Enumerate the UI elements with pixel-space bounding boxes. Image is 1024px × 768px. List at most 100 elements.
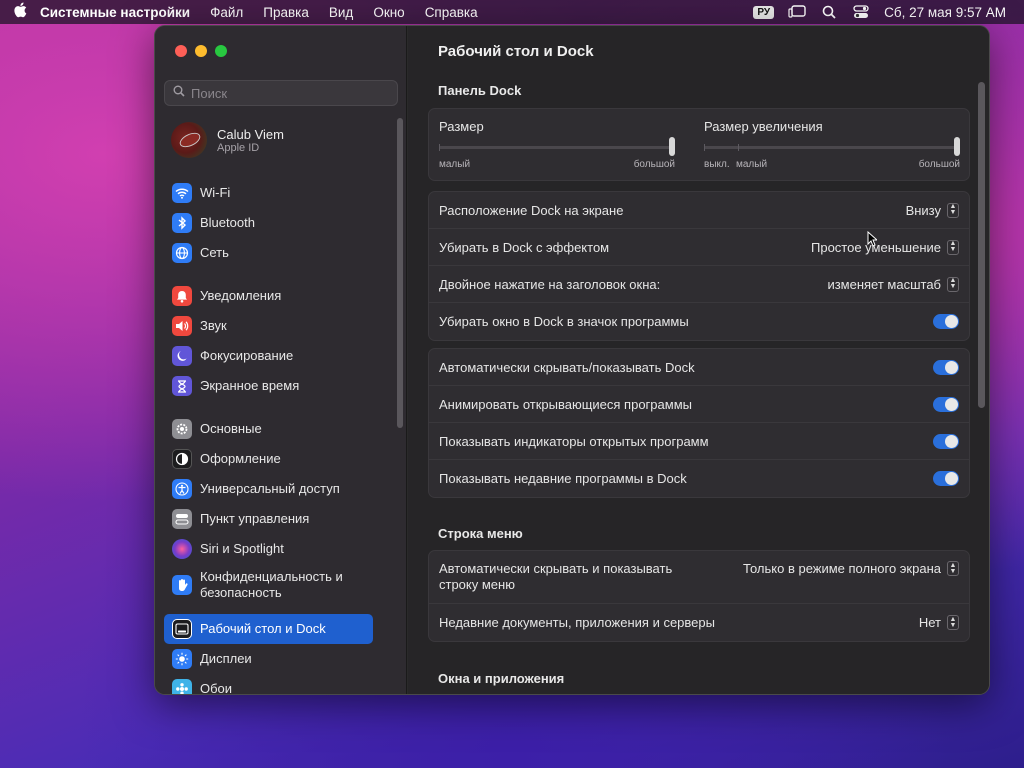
section-title-menubar: Строка меню [438, 526, 523, 541]
menubar-options-card: Автоматически скрывать и показывать стро… [428, 550, 970, 642]
autohide-dock-toggle[interactable] [933, 359, 959, 375]
menu-file[interactable]: Файл [210, 5, 243, 20]
sidebar-item-sound[interactable]: Звук [164, 311, 384, 341]
chevron-updown-icon: ▲ ▼ [947, 239, 959, 255]
menu-help[interactable]: Справка [425, 5, 478, 20]
sidebar-item-focus[interactable]: Фокусирование [164, 341, 384, 371]
menu-window[interactable]: Окно [373, 5, 404, 20]
show-indicators-row: Показывать индикаторы открытых программ [429, 423, 969, 460]
search-icon [173, 84, 185, 102]
sidebar-item-network[interactable]: Сеть [164, 238, 384, 268]
search-icon[interactable] [820, 5, 838, 19]
menu-view[interactable]: Вид [329, 5, 353, 20]
animate-apps-row: Анимировать открывающиеся программы [429, 386, 969, 423]
bluetooth-icon [172, 213, 192, 233]
recent-documents-row: Недавние документы, приложения и серверы… [429, 604, 969, 641]
chevron-updown-icon: ▲ ▼ [947, 561, 959, 576]
double-click-row: Двойное нажатие на заголовок окна: измен… [429, 266, 969, 303]
account-name: Calub Viem [217, 126, 284, 142]
autohide-menubar-row: Автоматически скрывать и показывать стро… [429, 551, 969, 604]
accessibility-icon [172, 479, 192, 499]
autohide-menubar-popup[interactable]: Только в режиме полного экрана ▲ ▼ [743, 561, 959, 576]
chevron-updown-icon: ▲ ▼ [947, 615, 959, 630]
main-content: Рабочий стол и Dock Панель Dock Размер м… [408, 26, 989, 694]
moon-icon [172, 346, 192, 366]
hand-icon [172, 575, 192, 595]
apple-menu-icon[interactable] [0, 2, 40, 22]
dock-position-popup[interactable]: Внизу ▲ ▼ [906, 202, 959, 218]
siri-icon [172, 539, 192, 559]
magnification-slider-knob[interactable] [954, 137, 960, 156]
sidebar-item-accessibility[interactable]: Универсальный доступ [164, 474, 384, 504]
page-title: Рабочий стол и Dock [438, 43, 594, 60]
apple-id-account[interactable]: Calub Viem Apple ID [171, 122, 284, 158]
autohide-dock-row: Автоматически скрывать/показывать Dock [429, 349, 969, 386]
dock-position-row: Расположение Dock на экране Внизу ▲ ▼ [429, 192, 969, 229]
minimize-to-app-toggle[interactable] [933, 314, 959, 329]
sidebar-item-appearance[interactable]: Оформление [164, 444, 384, 474]
sidebar-item-displays[interactable]: Дисплеи [164, 644, 384, 674]
sidebar-scrollbar[interactable] [397, 118, 403, 428]
sidebar-item-wifi[interactable]: Wi-Fi [164, 178, 384, 208]
control-center-icon[interactable] [852, 5, 870, 19]
appearance-icon [172, 449, 192, 469]
section-title-dock: Панель Dock [438, 83, 522, 98]
show-indicators-toggle[interactable] [933, 433, 959, 449]
dock-size-card: Размер малый большой Размер увеличения в… [428, 108, 970, 181]
window-controls [175, 45, 227, 57]
sidebar-item-notifications[interactable]: Уведомления [164, 281, 384, 311]
minimize-button[interactable] [195, 45, 207, 57]
bell-icon [172, 286, 192, 306]
magnification-off-label: выкл. [704, 159, 730, 170]
size-slider-knob[interactable] [669, 137, 675, 156]
content-scrollbar[interactable] [978, 82, 985, 408]
chevron-updown-icon: ▲ ▼ [947, 202, 959, 218]
sidebar-item-siri-spotlight[interactable]: Siri и Spotlight [164, 534, 384, 564]
sidebar-item-screen-time[interactable]: Экранное время [164, 371, 384, 401]
recent-documents-popup[interactable]: Нет ▲ ▼ [919, 615, 959, 630]
menu-edit[interactable]: Правка [263, 5, 309, 20]
speaker-icon [172, 316, 192, 336]
size-slider-group: Размер малый большой [439, 119, 675, 173]
show-recent-apps-row: Показывать недавние программы в Dock [429, 460, 969, 497]
wifi-icon [172, 183, 192, 203]
sidebar-item-general[interactable]: Основные [164, 414, 384, 444]
sidebar-item-desktop-dock[interactable]: Рабочий стол и Dock [164, 614, 373, 644]
show-recent-apps-toggle[interactable] [933, 471, 959, 486]
input-source-indicator[interactable]: РУ [753, 5, 775, 19]
app-menu[interactable]: Системные настройки [40, 5, 190, 20]
dock-options-card: Расположение Dock на экране Внизу ▲ ▼ Уби… [428, 191, 970, 341]
search-field[interactable] [164, 80, 398, 106]
stage-manager-icon[interactable] [788, 5, 806, 19]
size-min-label: малый [439, 159, 471, 170]
hourglass-icon [172, 376, 192, 396]
sidebar-item-bluetooth[interactable]: Bluetooth [164, 208, 384, 238]
sidebar-item-control-center[interactable]: Пункт управления [164, 504, 384, 534]
search-input[interactable] [191, 85, 381, 101]
animate-apps-toggle[interactable] [933, 396, 959, 412]
double-click-popup[interactable]: изменяет масштаб ▲ ▼ [827, 276, 959, 292]
menu-clock[interactable]: Сб, 27 мая 9:57 AM [884, 5, 1006, 20]
avatar [171, 122, 207, 158]
gear-icon [172, 419, 192, 439]
close-button[interactable] [175, 45, 187, 57]
minimize-effect-popup[interactable]: Простое уменьшение ▲ ▼ [811, 239, 959, 255]
magnification-slider-label: Размер увеличения [704, 119, 823, 134]
sidebar-nav: Wi-Fi Bluetooth Сеть Уведомления Звук Фо… [164, 178, 384, 694]
zoom-button[interactable] [215, 45, 227, 57]
magnification-min-label: малый [736, 159, 768, 170]
wallpaper-icon [172, 679, 192, 694]
size-slider-track[interactable] [439, 137, 675, 156]
sidebar-item-privacy-security[interactable]: Конфиденциальность и безопасность [164, 564, 384, 606]
globe-icon [172, 243, 192, 263]
magnification-slider-track[interactable] [704, 137, 960, 156]
magnification-max-label: большой [918, 159, 960, 170]
sidebar: Calub Viem Apple ID Wi-Fi Bluetooth [155, 26, 407, 694]
section-title-windows: Окна и приложения [438, 671, 565, 686]
size-slider-label: Размер [439, 119, 484, 134]
magnification-slider-group: Размер увеличения выкл. малый большой [704, 119, 960, 173]
display-icon [172, 649, 192, 669]
menu-bar: Системные настройки Файл Правка Вид Окно… [0, 0, 1024, 24]
dock-icon [172, 619, 192, 639]
sidebar-item-wallpaper[interactable]: Обои [164, 674, 384, 694]
